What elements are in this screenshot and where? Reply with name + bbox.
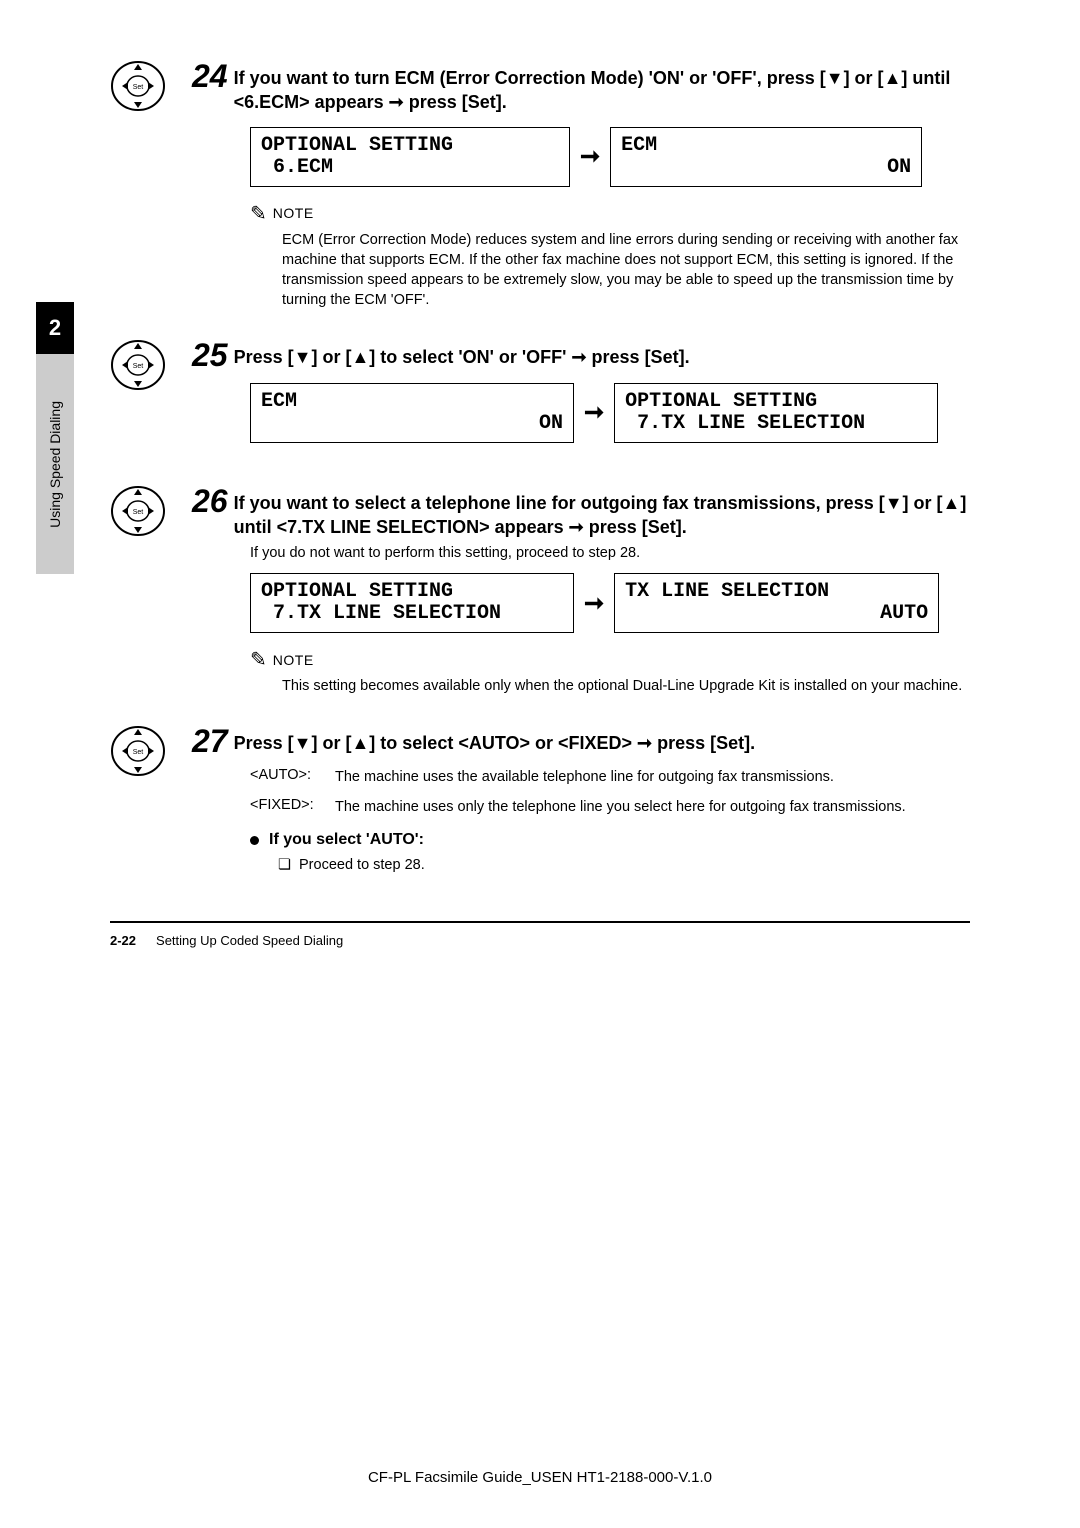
step-number: 27 bbox=[192, 725, 228, 757]
step-27: Set 27 Press [▼] or [▲] to select <AUTO>… bbox=[110, 725, 970, 874]
arrow-right-icon: ➞ bbox=[584, 398, 604, 427]
substep: ❏ Proceed to step 28. bbox=[278, 857, 970, 873]
up-triangle-icon: ▲ bbox=[943, 493, 961, 513]
arrow-right-icon: ➞ bbox=[569, 517, 584, 537]
chapter-number: 2 bbox=[49, 315, 61, 341]
down-triangle-icon: ▼ bbox=[294, 347, 312, 367]
chapter-label: Using Speed Dialing bbox=[47, 401, 63, 528]
lcd-display: TX LINE SELECTION AUTO bbox=[614, 573, 939, 633]
svg-text:Set: Set bbox=[133, 509, 144, 516]
note-label: NOTE bbox=[273, 652, 314, 668]
svg-text:Set: Set bbox=[133, 363, 144, 370]
arrow-right-icon: ➞ bbox=[389, 92, 404, 112]
down-triangle-icon: ▼ bbox=[885, 493, 903, 513]
document-id: CF-PL Facsimile Guide_USEN HT1-2188-000-… bbox=[0, 1469, 1080, 1486]
lcd-display: OPTIONAL SETTING 7.TX LINE SELECTION bbox=[250, 573, 574, 633]
note-body: ECM (Error Correction Mode) reduces syst… bbox=[282, 230, 970, 311]
step-instruction: Press [▼] or [▲] to select 'ON' or 'OFF'… bbox=[234, 339, 690, 369]
step-number: 26 bbox=[192, 485, 228, 517]
up-triangle-icon: ▲ bbox=[884, 68, 902, 88]
step-24: Set 24 If you want to turn ECM (Error Co… bbox=[110, 60, 970, 311]
up-triangle-icon: ▲ bbox=[351, 347, 369, 367]
step-number: 24 bbox=[192, 60, 228, 92]
down-triangle-icon: ▼ bbox=[826, 68, 844, 88]
page-footer: 2-22 Setting Up Coded Speed Dialing bbox=[110, 933, 970, 948]
step-instruction: If you want to turn ECM (Error Correctio… bbox=[234, 60, 970, 115]
option-fixed: <FIXED>: The machine uses only the telep… bbox=[250, 797, 970, 817]
bullet-if-auto: If you select 'AUTO': bbox=[250, 831, 970, 849]
chapter-tab: 2 Using Speed Dialing bbox=[36, 302, 74, 574]
note-body: This setting becomes available only when… bbox=[282, 676, 970, 696]
set-button-icon: Set bbox=[110, 60, 166, 112]
arrow-right-icon: ➞ bbox=[571, 347, 586, 367]
arrow-right-icon: ➞ bbox=[580, 142, 600, 171]
set-button-icon: Set bbox=[110, 485, 166, 537]
up-triangle-icon: ▲ bbox=[351, 733, 369, 753]
step-instruction: If you want to select a telephone line f… bbox=[234, 485, 970, 540]
svg-text:Set: Set bbox=[133, 749, 144, 756]
checkbox-icon: ❏ bbox=[278, 857, 291, 873]
step-instruction: Press [▼] or [▲] to select <AUTO> or <FI… bbox=[234, 725, 756, 755]
step-25: Set 25 Press [▼] or [▲] to select 'ON' o… bbox=[110, 339, 970, 457]
step-number: 25 bbox=[192, 339, 228, 371]
chapter-number-box: 2 bbox=[36, 302, 74, 354]
lcd-display: OPTIONAL SETTING 7.TX LINE SELECTION bbox=[614, 383, 938, 443]
step-body: If you do not want to perform this setti… bbox=[250, 545, 970, 561]
arrow-right-icon: ➞ bbox=[637, 733, 652, 753]
set-button-icon: Set bbox=[110, 339, 166, 391]
pencil-icon: ✎ bbox=[250, 201, 267, 226]
footer-title: Setting Up Coded Speed Dialing bbox=[156, 933, 343, 948]
footer-divider bbox=[110, 921, 970, 923]
option-auto: <AUTO>: The machine uses the available t… bbox=[250, 767, 970, 787]
page-number: 2-22 bbox=[110, 933, 136, 948]
lcd-display: ECM ON bbox=[250, 383, 574, 443]
pencil-icon: ✎ bbox=[250, 647, 267, 672]
note-label: NOTE bbox=[273, 205, 314, 221]
down-triangle-icon: ▼ bbox=[294, 733, 312, 753]
lcd-display: ECM ON bbox=[610, 127, 922, 187]
lcd-display: OPTIONAL SETTING 6.ECM bbox=[250, 127, 570, 187]
chapter-label-box: Using Speed Dialing bbox=[36, 354, 74, 574]
bullet-icon bbox=[250, 836, 259, 845]
set-button-icon: Set bbox=[110, 725, 166, 777]
arrow-right-icon: ➞ bbox=[584, 589, 604, 618]
step-26: Set 26 If you want to select a telephone… bbox=[110, 485, 970, 697]
svg-text:Set: Set bbox=[133, 84, 144, 91]
